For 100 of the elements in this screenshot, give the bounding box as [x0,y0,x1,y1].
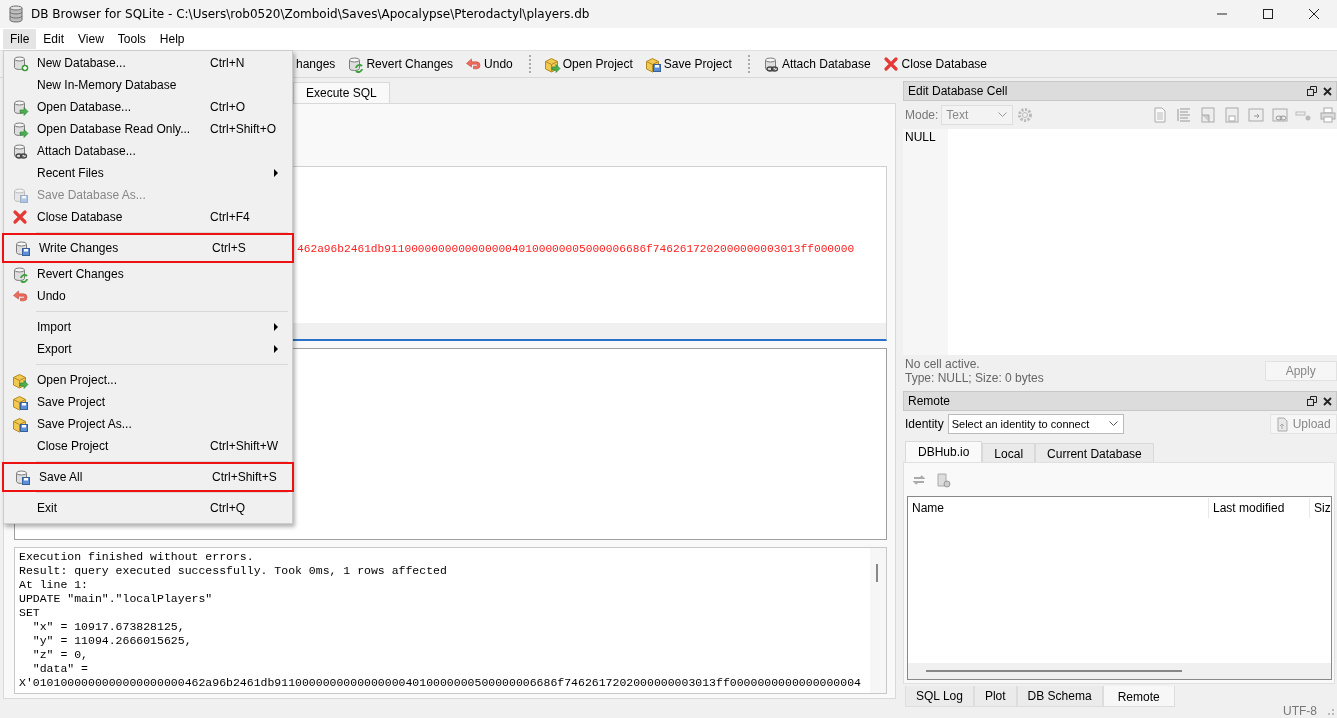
dock-title: Remote [908,394,951,408]
close-icon[interactable] [1322,86,1332,96]
shortcut-label: Ctrl+O [210,100,245,114]
menu-item[interactable]: New Database... Ctrl+N [4,52,292,74]
log-line: Result: query executed successfully. Took 0ms, 1 rows affected [19,564,448,578]
cross-icon [882,55,900,73]
tab[interactable]: DBHub.io [905,441,983,462]
tab[interactable]: Current Database [1035,443,1154,462]
log-line: SET [19,606,41,620]
menu-bar-item[interactable]: Help [152,29,192,49]
menu-item[interactable]: Open Database... Ctrl+O [4,96,292,118]
column-header[interactable]: Siz [1309,498,1331,518]
shortcut-label: Ctrl+N [210,56,245,70]
scrollbar-thumb[interactable] [926,670,1182,672]
floppy-icon[interactable] [1222,106,1241,124]
box-arrow-icon [12,371,29,389]
log-line: Execution finished without errors. [19,550,255,564]
print-icon[interactable] [1318,106,1337,124]
maximize-icon[interactable] [1263,9,1273,19]
toolbar-button[interactable]: Close Database [880,53,993,75]
tab[interactable]: Execute SQL [293,82,390,103]
toolbar-button[interactable]: Save Project [642,53,738,75]
caret-icon [1108,421,1118,427]
database-refresh-icon [347,55,365,73]
gear-icon[interactable] [1016,106,1035,124]
menu-item[interactable]: Export [4,338,292,360]
database-arrow-icon [12,98,29,116]
text-lines-icon[interactable] [1174,106,1193,124]
toolbar-button[interactable]: Revert Changes [345,53,460,75]
document-arrow-icon [1275,416,1290,432]
status-text: No cell active. [905,357,981,371]
menu-bar-item[interactable]: File [3,29,37,49]
log-line: "x" = 10917.673828125, [31,620,186,634]
toolbar-button[interactable]: Attach Database [760,53,877,75]
box-floppy-icon [12,415,29,433]
database-floppy-icon [12,186,29,204]
mode-label: Mode: [905,108,939,122]
log-line: "z" = 0, [31,648,89,662]
shortcut-label: Ctrl+F4 [210,210,250,224]
log-line: At line 1: [19,578,89,592]
code-line: 462a96b2461db911000000000000000040100000005000006686f7462617202000000003013ff000000 [297,243,855,255]
tab[interactable]: Remote [1102,686,1175,707]
menu-item[interactable]: Save All Ctrl+Shift+S [6,466,290,488]
database-floppy-icon [14,468,31,486]
column-header[interactable]: Name [908,498,1208,518]
shortcut-label: Ctrl+Shift+W [210,439,278,453]
caret-icon [998,112,1008,118]
toolbar-button[interactable]: hanges [294,55,342,73]
tab[interactable]: Local [982,443,1036,462]
shortcut-label: Ctrl+Shift+S [212,470,277,484]
database-floppy-icon [14,239,31,257]
cross-icon [12,208,29,226]
float-icon[interactable] [1306,86,1317,96]
encoding-label: UTF-8 [1283,703,1317,718]
menu-item[interactable]: New In-Memory Database [4,74,292,96]
database-link-icon [762,55,780,73]
import-icon[interactable] [1198,106,1217,124]
database-link-icon [12,142,29,160]
menu-item[interactable]: Save Project As... [4,413,292,435]
shortcut-label: Ctrl+Q [210,501,245,515]
menu-item[interactable]: Open Database Read Only... Ctrl+Shift+O [4,118,292,140]
type-info: Type: NULL; Size: 0 bytes [905,371,1045,385]
window-link-icon[interactable] [1270,106,1289,124]
shortcut-label: Ctrl+Shift+O [210,122,277,136]
menu-bar-item[interactable]: Edit [36,29,72,49]
database-refresh-icon [12,265,29,283]
tab[interactable]: DB Schema [1016,686,1103,707]
toolbar-button[interactable]: Undo [463,53,519,75]
scrollbar-thumb[interactable] [876,564,878,582]
menu-item[interactable]: Attach Database... [4,140,292,162]
float-icon[interactable] [1306,396,1317,406]
window-title: DB Browser for SQLite - C:\Users\rob0520\Zomboid\Saves\Apocalypse\Pterodactyl\players.db [31,7,590,21]
database-gear-icon[interactable] [935,470,953,489]
shortcut-label: Ctrl+S [212,241,246,255]
database-add-icon [12,54,29,72]
menu-item[interactable]: Exit Ctrl+Q [4,497,292,519]
identity-label: Identity [905,417,944,431]
menu-bar-item[interactable]: Tools [110,29,153,49]
tab[interactable]: Plot [973,686,1017,707]
log-line: X'0101000000000000000000462a96b2461db91100000000000000004010000000500000006686f7462617202000000003013ff0000000000000000004 [19,676,862,690]
dock-title: Edit Database Cell [908,84,1008,98]
menu-item[interactable]: Open Project... [4,369,292,391]
identity-dropdown[interactable]: Select an identity to connect [947,414,1124,434]
database-arrow-icon [12,120,29,138]
column-header[interactable]: Last modified [1208,498,1309,518]
database-icon [8,5,24,23]
tab[interactable]: SQL Log [905,686,974,707]
menu-item[interactable]: Close Project Ctrl+Shift+W [4,435,292,457]
log-line: UPDATE "main"."localPlayers" [19,592,214,606]
close-icon[interactable] [1322,396,1332,406]
menu-item[interactable]: Save Project [4,391,292,413]
menu-bar-item[interactable]: View [71,29,111,49]
box-arrow-icon [543,55,561,73]
box-floppy-icon [644,55,662,73]
close-icon[interactable] [1309,9,1319,19]
box-floppy-icon [12,393,29,411]
null-label: NULL [903,129,948,355]
toolbar-button[interactable]: Open Project [541,53,639,75]
log-line: "data" = [31,662,89,676]
log-line: "y" = 11094.2666015625, [31,634,193,648]
